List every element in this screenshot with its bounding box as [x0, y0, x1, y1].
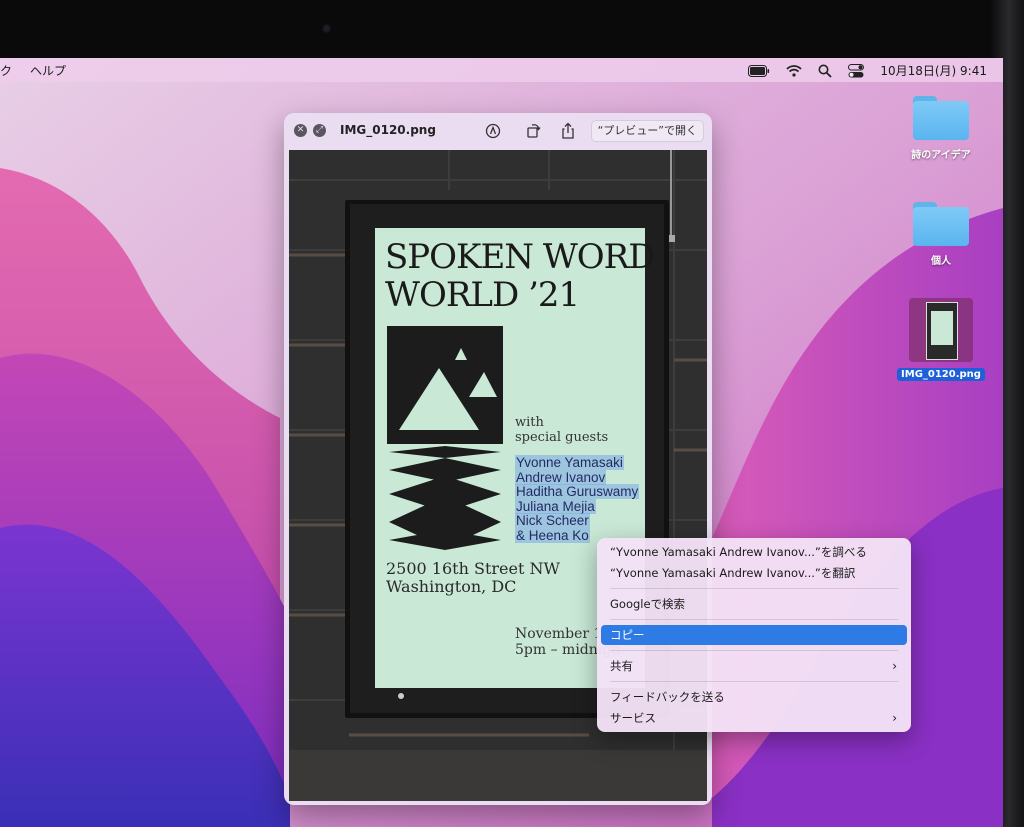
- menu-item-services-label: サービス: [610, 711, 656, 725]
- menu-item-share-label: 共有: [610, 659, 633, 673]
- desktop-item-label: IMG_0120.png: [897, 368, 985, 381]
- rotate-icon[interactable]: [523, 121, 543, 141]
- desktop-folder-poem-ideas[interactable]: 詩のアイデア: [896, 96, 986, 161]
- wifi-icon[interactable]: [786, 64, 802, 77]
- fullscreen-icon[interactable]: ⤢: [313, 124, 326, 137]
- poster-with-line2[interactable]: special guests: [515, 430, 608, 445]
- poster-guest[interactable]: & Heena Ko: [515, 527, 590, 543]
- menu-item-services[interactable]: サービス ›: [601, 708, 907, 728]
- menu-item-google-search[interactable]: Googleで検索: [601, 594, 907, 614]
- menu-item-copy[interactable]: コピー: [601, 625, 907, 645]
- poster-guest[interactable]: Haditha Guruswamy: [515, 484, 640, 500]
- desktop-item-label: 個人: [931, 256, 951, 267]
- desktop-item-label: 詩のアイデア: [911, 150, 971, 161]
- menu-item-translate[interactable]: “Yvonne Yamasaki Andrew Ivanov...”を翻訳: [601, 563, 907, 583]
- control-center-icon[interactable]: [848, 63, 865, 78]
- poster-guest[interactable]: Andrew Ivanov: [515, 469, 607, 485]
- folder-icon: [913, 96, 969, 140]
- folder-icon: [913, 202, 969, 246]
- open-in-preview-button[interactable]: “プレビュー”で開く: [590, 120, 704, 142]
- markup-icon[interactable]: [483, 121, 503, 141]
- menu-item-help[interactable]: ヘルプ: [30, 62, 66, 79]
- context-menu: “Yvonne Yamasaki Andrew Ivanov...”を調べる “…: [597, 538, 911, 732]
- close-icon[interactable]: ✕: [294, 124, 307, 137]
- poster-address-line1[interactable]: 2500 16th Street NW: [386, 560, 560, 578]
- poster-title-line2[interactable]: WORLD ’21: [385, 278, 580, 312]
- search-icon[interactable]: [818, 64, 832, 78]
- poster-address-line2[interactable]: Washington, DC: [386, 578, 516, 596]
- chevron-right-icon: ›: [892, 659, 897, 673]
- menu-separator: [610, 588, 898, 589]
- poster-guests[interactable]: Yvonne Yamasaki Andrew Ivanov Haditha Gu…: [515, 455, 640, 544]
- quicklook-title: IMG_0120.png: [340, 123, 436, 137]
- poster-guest[interactable]: Juliana Mejia: [515, 498, 596, 514]
- screen: ク ヘルプ 10月18日(月) 9:41 詩のアイデア 個人 IMG_0120.…: [0, 58, 1003, 827]
- poster-title-line1[interactable]: SPOKEN WORD: [385, 240, 655, 274]
- poster-guest[interactable]: Yvonne Yamasaki: [515, 455, 624, 470]
- camera: [322, 24, 331, 33]
- menu-bar: ク ヘルプ 10月18日(月) 9:41: [0, 58, 1003, 82]
- menu-item-partial[interactable]: ク: [0, 62, 12, 79]
- desktop-file-img0120[interactable]: IMG_0120.png: [896, 298, 986, 381]
- share-icon[interactable]: [558, 121, 578, 141]
- menu-clock[interactable]: 10月18日(月) 9:41: [880, 62, 987, 79]
- menu-item-look-up[interactable]: “Yvonne Yamasaki Andrew Ivanov...”を調べる: [601, 542, 907, 562]
- menu-separator: [610, 681, 898, 682]
- menu-separator: [610, 619, 898, 620]
- poster-guest[interactable]: Nick Scheer: [515, 513, 590, 529]
- poster-with-line1[interactable]: with: [515, 415, 544, 430]
- battery-icon[interactable]: [748, 64, 770, 77]
- menu-item-share[interactable]: 共有 ›: [601, 656, 907, 676]
- chevron-right-icon: ›: [892, 711, 897, 725]
- menu-item-send-feedback[interactable]: フィードバックを送る: [601, 687, 907, 707]
- menu-separator: [610, 650, 898, 651]
- quicklook-titlebar: ✕ ⤢ IMG_0120.png “プレビュー”で開く: [284, 113, 712, 149]
- desktop-folder-personal[interactable]: 個人: [896, 202, 986, 267]
- image-thumbnail: [909, 298, 973, 362]
